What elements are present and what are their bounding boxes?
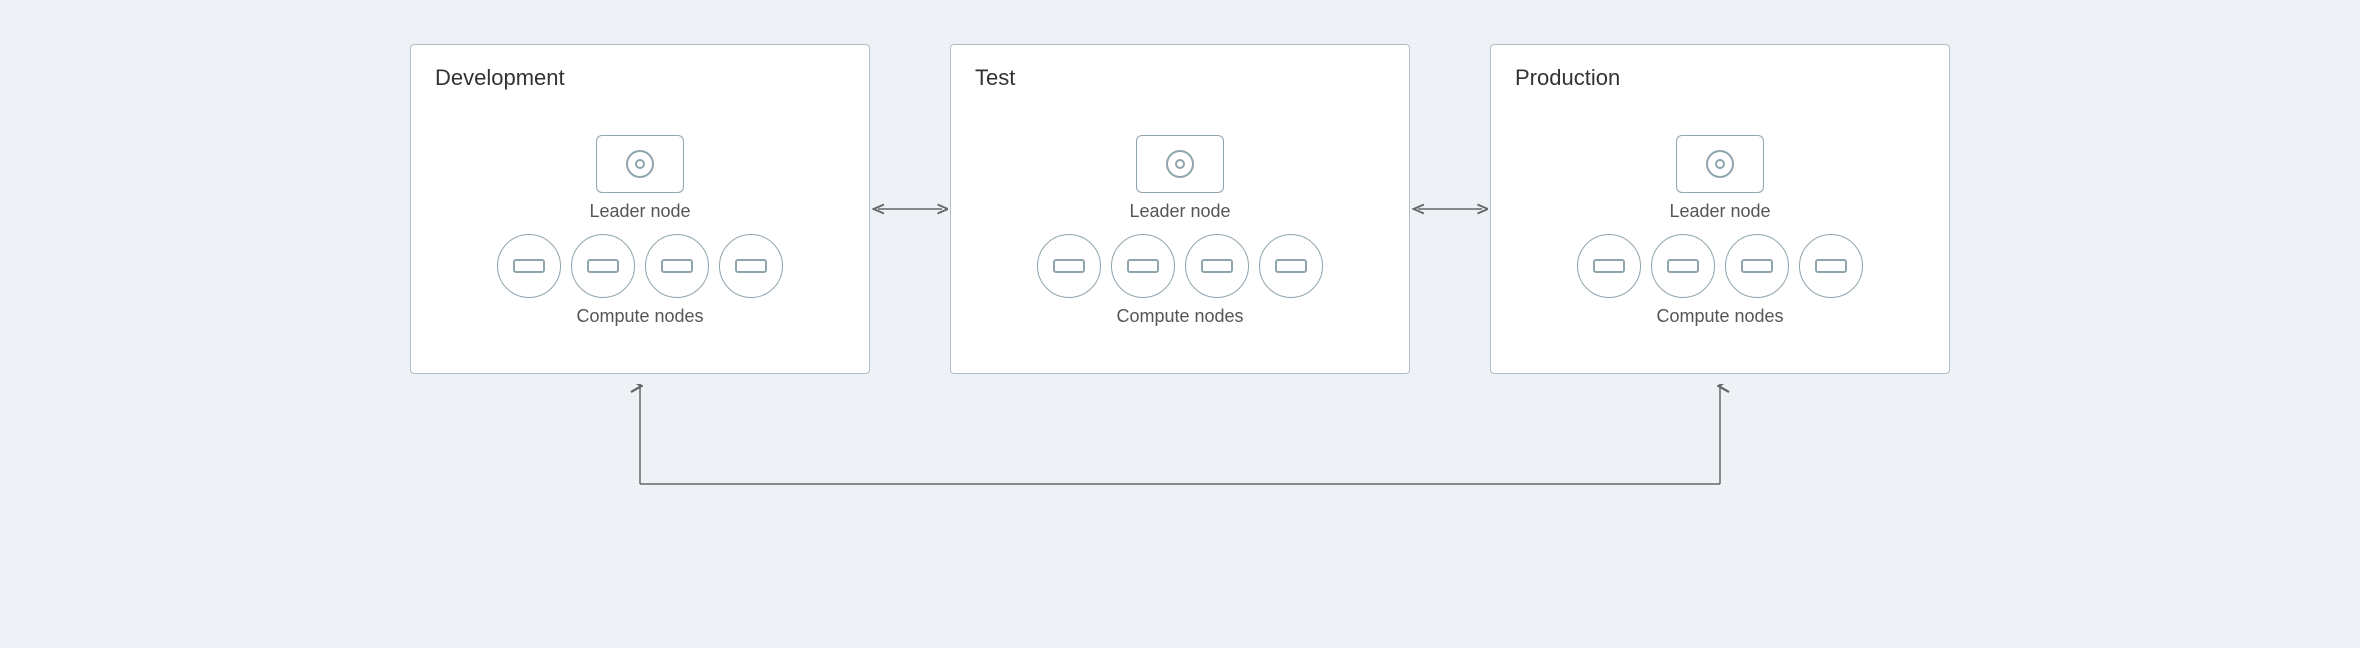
- compute-rect-prod-1: [1593, 259, 1625, 273]
- env-content-development: Leader node: [435, 109, 845, 353]
- arrow-test-prod-svg: [1410, 194, 1490, 224]
- compute-node-icon-test-4: [1259, 234, 1323, 298]
- env-title-test: Test: [975, 65, 1015, 91]
- leader-node-group-prod: Leader node: [1669, 135, 1770, 222]
- env-title-production: Production: [1515, 65, 1620, 91]
- compute-node-icon-dev-1: [497, 234, 561, 298]
- compute-node-icon-test-2: [1111, 234, 1175, 298]
- leader-node-group-test: Leader node: [1129, 135, 1230, 222]
- leader-label-test: Leader node: [1129, 201, 1230, 222]
- env-title-development: Development: [435, 65, 565, 91]
- arrow-test-prod: [1410, 194, 1490, 224]
- camera-inner-prod: [1715, 159, 1725, 169]
- compute-node-icon-prod-4: [1799, 234, 1863, 298]
- env-box-development: Development Leader node: [410, 44, 870, 374]
- compute-rect-test-3: [1201, 259, 1233, 273]
- compute-icons-row-dev: [497, 234, 783, 298]
- compute-node-icon-test-1: [1037, 234, 1101, 298]
- compute-rect-dev-4: [735, 259, 767, 273]
- leader-node-group-dev: Leader node: [589, 135, 690, 222]
- compute-rect-test-4: [1275, 259, 1307, 273]
- compute-group-test: Compute nodes: [1037, 234, 1323, 327]
- arrow-dev-test: [870, 194, 950, 224]
- leader-node-icon-test: [1136, 135, 1224, 193]
- compute-node-icon-prod-1: [1577, 234, 1641, 298]
- compute-node-icon-dev-4: [719, 234, 783, 298]
- compute-rect-prod-4: [1815, 259, 1847, 273]
- compute-rect-test-2: [1127, 259, 1159, 273]
- compute-rect-dev-3: [661, 259, 693, 273]
- camera-inner-dev: [635, 159, 645, 169]
- env-content-production: Leader node: [1515, 109, 1925, 353]
- compute-rect-prod-3: [1741, 259, 1773, 273]
- bottom-connector: [80, 384, 2280, 524]
- compute-rect-prod-2: [1667, 259, 1699, 273]
- compute-node-icon-prod-3: [1725, 234, 1789, 298]
- camera-inner-test: [1175, 159, 1185, 169]
- compute-node-icon-dev-3: [645, 234, 709, 298]
- camera-outer-prod: [1706, 150, 1734, 178]
- bottom-connector-svg: [80, 384, 2280, 524]
- compute-label-dev: Compute nodes: [576, 306, 703, 327]
- camera-icon-prod: [1706, 150, 1734, 178]
- env-content-test: Leader node: [975, 109, 1385, 353]
- compute-icons-row-prod: [1577, 234, 1863, 298]
- compute-rect-test-1: [1053, 259, 1085, 273]
- camera-outer-test: [1166, 150, 1194, 178]
- leader-node-icon-prod: [1676, 135, 1764, 193]
- env-box-production: Production Leader node: [1490, 44, 1950, 374]
- camera-icon-test: [1166, 150, 1194, 178]
- compute-rect-dev-1: [513, 259, 545, 273]
- top-row: Development Leader node: [80, 44, 2280, 374]
- diagram-wrapper: Development Leader node: [80, 44, 2280, 604]
- compute-group-dev: Compute nodes: [497, 234, 783, 327]
- compute-icons-row-test: [1037, 234, 1323, 298]
- compute-label-prod: Compute nodes: [1656, 306, 1783, 327]
- leader-label-prod: Leader node: [1669, 201, 1770, 222]
- compute-group-prod: Compute nodes: [1577, 234, 1863, 327]
- camera-icon-dev: [626, 150, 654, 178]
- camera-outer-dev: [626, 150, 654, 178]
- arrow-dev-test-svg: [870, 194, 950, 224]
- compute-node-icon-test-3: [1185, 234, 1249, 298]
- compute-node-icon-dev-2: [571, 234, 635, 298]
- compute-node-icon-prod-2: [1651, 234, 1715, 298]
- env-box-test: Test Leader node: [950, 44, 1410, 374]
- leader-node-icon-dev: [596, 135, 684, 193]
- leader-label-dev: Leader node: [589, 201, 690, 222]
- compute-rect-dev-2: [587, 259, 619, 273]
- compute-label-test: Compute nodes: [1116, 306, 1243, 327]
